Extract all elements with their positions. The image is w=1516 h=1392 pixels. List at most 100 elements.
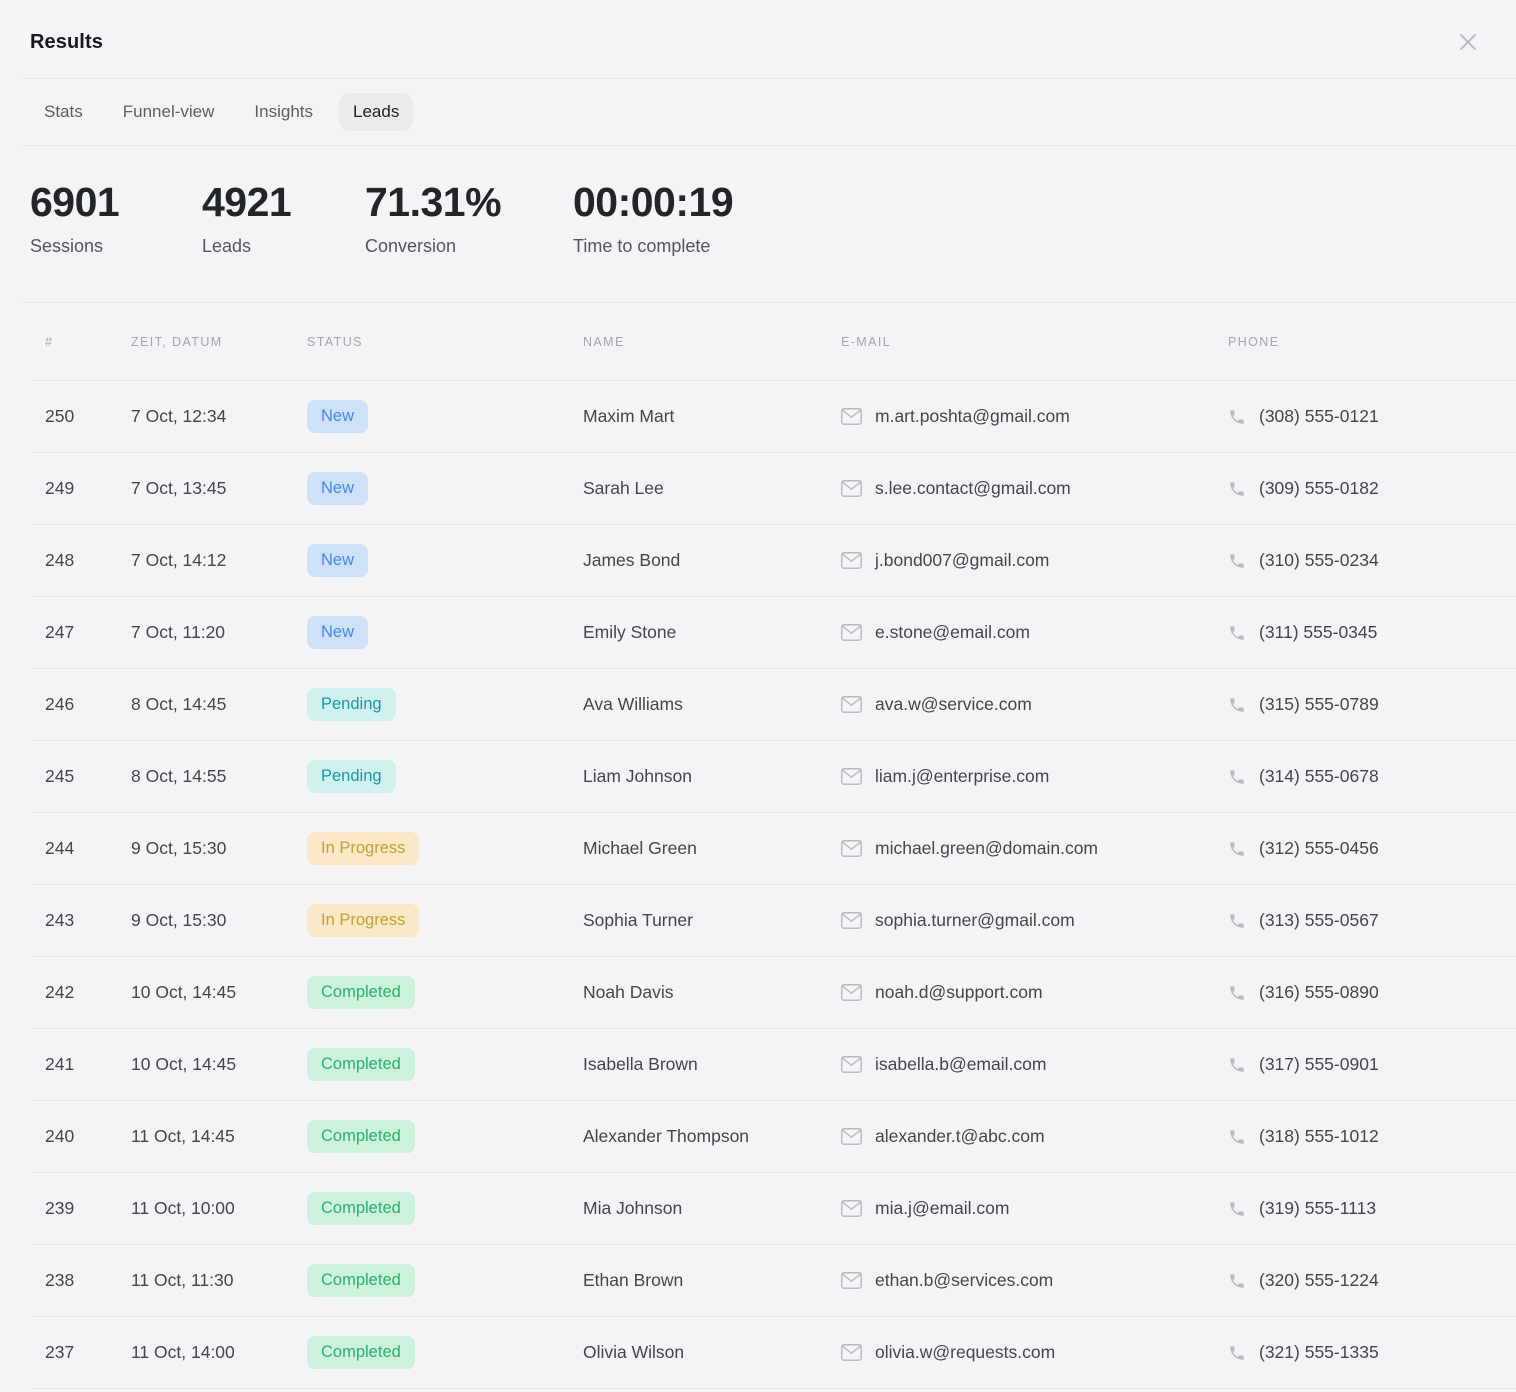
table-row: 245 8 Oct, 14:55 Pending Liam Johnson li… bbox=[33, 740, 1516, 812]
cell-status: In Progress bbox=[307, 904, 583, 938]
cell-status: Completed bbox=[307, 1048, 583, 1082]
phone-icon bbox=[1228, 624, 1246, 642]
cell-status: Pending bbox=[307, 760, 583, 794]
table-row: 238 11 Oct, 11:30 Completed Ethan Brown … bbox=[33, 1244, 1516, 1316]
table-row: 243 9 Oct, 15:30 In Progress Sophia Turn… bbox=[33, 884, 1516, 956]
cell-id: 246 bbox=[33, 694, 131, 715]
cell-status: New bbox=[307, 616, 583, 650]
stat-conversion-value: 71.31% bbox=[365, 180, 573, 225]
email-icon bbox=[841, 1200, 862, 1217]
status-badge: Completed bbox=[307, 1336, 415, 1370]
table-row: 242 10 Oct, 14:45 Completed Noah Davis n… bbox=[33, 956, 1516, 1028]
cell-phone: (309) 555-0182 bbox=[1228, 478, 1516, 499]
phone-text: (309) 555-0182 bbox=[1259, 478, 1379, 499]
status-badge: Completed bbox=[307, 1048, 415, 1082]
cell-name: Ava Williams bbox=[583, 694, 841, 715]
email-icon bbox=[841, 552, 862, 569]
table-body: 250 7 Oct, 12:34 New Maxim Mart m.art.po… bbox=[33, 380, 1516, 1389]
phone-text: (308) 555-0121 bbox=[1259, 406, 1379, 427]
cell-name: Ethan Brown bbox=[583, 1270, 841, 1291]
email-text: j.bond007@gmail.com bbox=[875, 550, 1049, 571]
stat-leads: 4921 Leads bbox=[202, 180, 365, 302]
email-text: michael.green@domain.com bbox=[875, 838, 1098, 859]
email-icon bbox=[841, 1272, 862, 1289]
cell-status: Completed bbox=[307, 1264, 583, 1298]
close-button[interactable] bbox=[1450, 24, 1486, 60]
cell-email: e.stone@email.com bbox=[841, 622, 1228, 643]
cell-name: Sarah Lee bbox=[583, 478, 841, 499]
tab-funnel-view[interactable]: Funnel-view bbox=[109, 93, 229, 131]
phone-icon bbox=[1228, 912, 1246, 930]
cell-status: New bbox=[307, 544, 583, 578]
cell-name: Sophia Turner bbox=[583, 910, 841, 931]
table-row: 249 7 Oct, 13:45 New Sarah Lee s.lee.con… bbox=[33, 452, 1516, 524]
tab-leads[interactable]: Leads bbox=[339, 93, 413, 131]
results-panel: Results Stats Funnel-view Insights Leads… bbox=[0, 0, 1516, 1392]
cell-phone: (313) 555-0567 bbox=[1228, 910, 1516, 931]
phone-text: (316) 555-0890 bbox=[1259, 982, 1379, 1003]
phone-text: (312) 555-0456 bbox=[1259, 838, 1379, 859]
tab-stats[interactable]: Stats bbox=[30, 93, 97, 131]
column-header-name: NAME bbox=[583, 335, 841, 349]
status-badge: Pending bbox=[307, 760, 396, 794]
cell-email: isabella.b@email.com bbox=[841, 1054, 1228, 1075]
column-header-status: STATUS bbox=[307, 335, 583, 349]
email-text: liam.j@enterprise.com bbox=[875, 766, 1049, 787]
cell-datetime: 7 Oct, 11:20 bbox=[131, 622, 307, 643]
cell-email: sophia.turner@gmail.com bbox=[841, 910, 1228, 931]
email-icon bbox=[841, 1056, 862, 1073]
phone-text: (311) 555-0345 bbox=[1259, 622, 1377, 643]
email-icon bbox=[841, 840, 862, 857]
table-row: 240 11 Oct, 14:45 Completed Alexander Th… bbox=[33, 1100, 1516, 1172]
cell-datetime: 11 Oct, 11:30 bbox=[131, 1270, 307, 1291]
table-row: 247 7 Oct, 11:20 New Emily Stone e.stone… bbox=[33, 596, 1516, 668]
cell-status: In Progress bbox=[307, 832, 583, 866]
cell-id: 242 bbox=[33, 982, 131, 1003]
cell-id: 243 bbox=[33, 910, 131, 931]
cell-phone: (308) 555-0121 bbox=[1228, 406, 1516, 427]
cell-email: m.art.poshta@gmail.com bbox=[841, 406, 1228, 427]
email-text: ethan.b@services.com bbox=[875, 1270, 1053, 1291]
email-icon bbox=[841, 984, 862, 1001]
table-row: 241 10 Oct, 14:45 Completed Isabella Bro… bbox=[33, 1028, 1516, 1100]
tab-bar: Stats Funnel-view Insights Leads bbox=[0, 79, 1516, 145]
cell-id: 248 bbox=[33, 550, 131, 571]
email-text: m.art.poshta@gmail.com bbox=[875, 406, 1070, 427]
cell-id: 249 bbox=[33, 478, 131, 499]
cell-name: James Bond bbox=[583, 550, 841, 571]
cell-email: j.bond007@gmail.com bbox=[841, 550, 1228, 571]
email-text: e.stone@email.com bbox=[875, 622, 1030, 643]
tab-insights[interactable]: Insights bbox=[240, 93, 327, 131]
stat-time-to-complete: 00:00:19 Time to complete bbox=[573, 180, 733, 302]
cell-datetime: 7 Oct, 12:34 bbox=[131, 406, 307, 427]
cell-name: Mia Johnson bbox=[583, 1198, 841, 1219]
cell-datetime: 7 Oct, 13:45 bbox=[131, 478, 307, 499]
status-badge: Completed bbox=[307, 1120, 415, 1154]
email-text: s.lee.contact@gmail.com bbox=[875, 478, 1071, 499]
phone-icon bbox=[1228, 1272, 1246, 1290]
cell-name: Emily Stone bbox=[583, 622, 841, 643]
stat-conversion-label: Conversion bbox=[365, 236, 573, 257]
stats-summary: 6901 Sessions 4921 Leads 71.31% Conversi… bbox=[0, 146, 1516, 302]
cell-datetime: 11 Oct, 14:00 bbox=[131, 1342, 307, 1363]
email-text: ava.w@service.com bbox=[875, 694, 1032, 715]
cell-id: 239 bbox=[33, 1198, 131, 1219]
cell-name: Maxim Mart bbox=[583, 406, 841, 427]
cell-datetime: 7 Oct, 14:12 bbox=[131, 550, 307, 571]
phone-icon bbox=[1228, 1344, 1246, 1362]
cell-email: ethan.b@services.com bbox=[841, 1270, 1228, 1291]
stat-time-value: 00:00:19 bbox=[573, 180, 733, 225]
cell-name: Liam Johnson bbox=[583, 766, 841, 787]
status-badge: New bbox=[307, 400, 368, 434]
cell-email: s.lee.contact@gmail.com bbox=[841, 478, 1228, 499]
email-icon bbox=[841, 408, 862, 425]
cell-id: 238 bbox=[33, 1270, 131, 1291]
stat-sessions: 6901 Sessions bbox=[30, 180, 202, 302]
email-text: isabella.b@email.com bbox=[875, 1054, 1046, 1075]
stat-leads-value: 4921 bbox=[202, 180, 365, 225]
page-title: Results bbox=[30, 31, 103, 54]
phone-icon bbox=[1228, 1056, 1246, 1074]
cell-id: 245 bbox=[33, 766, 131, 787]
email-text: sophia.turner@gmail.com bbox=[875, 910, 1075, 931]
cell-email: alexander.t@abc.com bbox=[841, 1126, 1228, 1147]
